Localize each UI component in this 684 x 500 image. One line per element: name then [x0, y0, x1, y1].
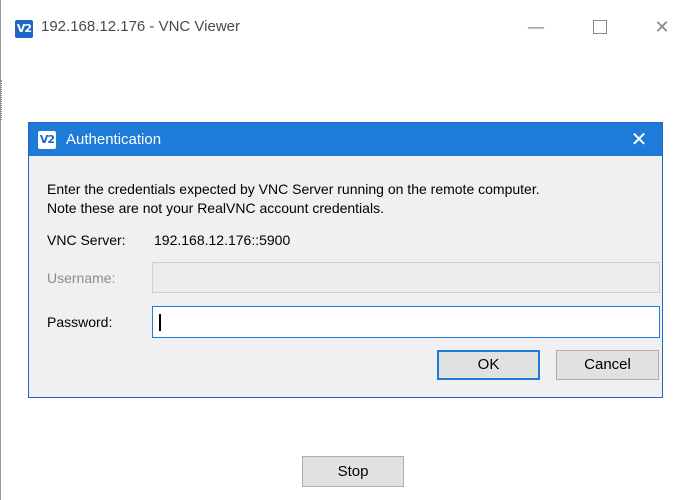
window-title: 192.168.12.176 - VNC Viewer — [41, 18, 241, 35]
message-line-1: Enter the credentials expected by VNC Se… — [47, 181, 540, 197]
authentication-dialog: V2 Authentication ✕ Enter the credential… — [28, 122, 663, 398]
server-label: VNC Server: — [47, 232, 126, 248]
password-field[interactable] — [152, 306, 660, 338]
text-caret — [159, 314, 161, 331]
username-label: Username: — [47, 270, 116, 286]
minimize-icon[interactable]: — — [521, 16, 551, 40]
window-edge-marker — [1, 80, 6, 120]
dialog-title: Authentication — [66, 131, 162, 148]
password-label: Password: — [47, 314, 113, 330]
close-icon[interactable]: ✕ — [647, 16, 677, 40]
window-titlebar[interactable]: V2 192.168.12.176 - VNC Viewer — ✕ — [1, 0, 684, 38]
vnc-viewer-window: V2 192.168.12.176 - VNC Viewer — ✕ V2 Au… — [0, 0, 684, 500]
server-address: 192.168.12.176::5900 — [154, 232, 291, 248]
cancel-button[interactable]: Cancel — [556, 350, 659, 380]
dialog-message: Enter the credentials expected by VNC Se… — [47, 180, 647, 218]
stop-button[interactable]: Stop — [302, 456, 404, 487]
username-field — [152, 262, 660, 293]
vnc-viewer-logo-icon: V2 — [15, 20, 33, 38]
dialog-titlebar[interactable]: V2 Authentication ✕ — [29, 123, 662, 156]
message-line-2: Note these are not your RealVNC account … — [47, 200, 384, 216]
close-icon[interactable]: ✕ — [626, 126, 652, 152]
ok-button[interactable]: OK — [437, 350, 540, 380]
vnc-viewer-logo-icon: V2 — [38, 131, 56, 149]
maximize-icon[interactable] — [585, 16, 615, 40]
